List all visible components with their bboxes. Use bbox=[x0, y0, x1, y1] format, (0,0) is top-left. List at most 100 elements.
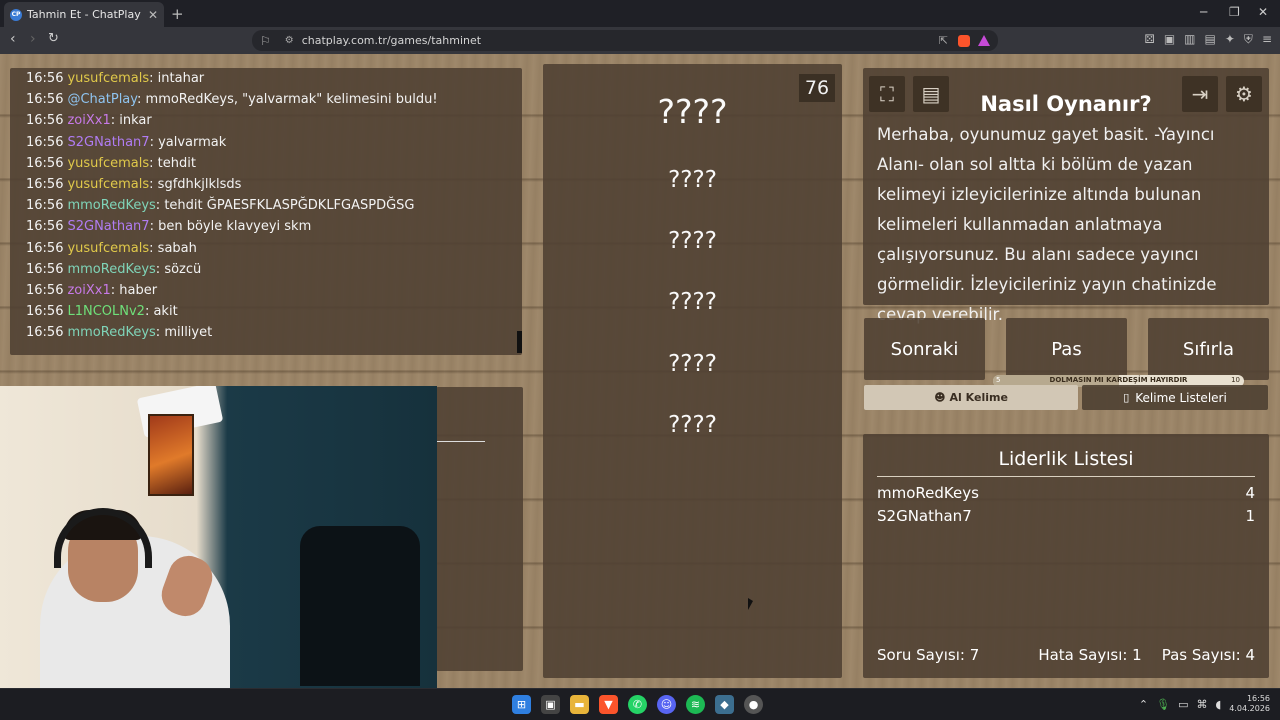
robot-icon: ☻ bbox=[934, 391, 946, 404]
reset-button[interactable]: Sıfırla bbox=[1148, 318, 1269, 380]
chat-username[interactable]: mmoRedKeys bbox=[67, 262, 155, 277]
chat-username[interactable]: yusufcemals bbox=[67, 177, 149, 192]
leaderboard-name: S2GNathan7 bbox=[877, 507, 972, 525]
brave-rewards-icon[interactable] bbox=[978, 35, 990, 46]
discord-icon[interactable]: ☺ bbox=[657, 695, 676, 714]
chat-message: 16:56 @ChatPlay: mmoRedKeys, "yalvarmak" … bbox=[26, 89, 438, 110]
wallet-icon[interactable]: ▣ bbox=[1164, 32, 1175, 47]
network-icon[interactable]: ⌘ bbox=[1196, 698, 1207, 711]
chat-username[interactable]: mmoRedKeys bbox=[67, 198, 155, 213]
app-icon[interactable]: ◆ bbox=[715, 695, 734, 714]
leaderboard-row: S2GNathan7 1 bbox=[877, 507, 1255, 525]
chat-message: 16:56 mmoRedKeys: sözcü bbox=[26, 259, 438, 280]
chat-username[interactable]: yusufcemals bbox=[67, 156, 149, 171]
chat-username[interactable]: S2GNathan7 bbox=[67, 219, 149, 234]
browser-tab[interactable]: CP Tahmin Et - ChatPlay ✕ bbox=[4, 2, 164, 27]
chat-time: 16:56 bbox=[26, 261, 64, 277]
sidebar-icon[interactable]: ▥ bbox=[1184, 32, 1195, 47]
windows-taskbar: ⊞ ▣ ▬ ▼ ✆ ☺ ≋ ◆ ● ⌃ 🎙 ▭ ⌘ ◖ 16:56 4.04.2… bbox=[0, 688, 1280, 720]
progress-min: 5 bbox=[996, 376, 1001, 384]
leaderboard-title: Liderlik Listesi bbox=[877, 448, 1255, 477]
progress-label: DOLMASIN MI KARDEŞİM HAYIRDIR bbox=[1049, 376, 1188, 384]
chat-username[interactable]: yusufcemals bbox=[67, 241, 149, 256]
forbidden-word-4: ???? bbox=[668, 351, 717, 377]
chat-username[interactable]: S2GNathan7 bbox=[67, 135, 149, 150]
share-icon[interactable]: ⇱ bbox=[939, 34, 948, 47]
url-text[interactable]: chatplay.com.tr/games/tahminet bbox=[302, 34, 481, 47]
reload-icon[interactable]: ↻ bbox=[48, 31, 59, 46]
chat-username[interactable]: mmoRedKeys bbox=[67, 325, 155, 340]
question-count: Soru Sayısı: 7 bbox=[877, 646, 980, 664]
extensions-icon[interactable]: ⚄ bbox=[1144, 32, 1154, 47]
bookmark-icon[interactable]: ⚐ bbox=[260, 34, 271, 48]
minimize-icon[interactable]: ─ bbox=[1200, 5, 1207, 19]
mouse-cursor bbox=[748, 598, 753, 610]
tab-word-lists[interactable]: ▯ Kelime Listeleri bbox=[1082, 385, 1268, 410]
windows-start-icon[interactable]: ⊞ bbox=[512, 695, 531, 714]
chat-username[interactable]: yusufcemals bbox=[67, 71, 149, 86]
system-clock[interactable]: 16:56 4.04.2026 bbox=[1229, 694, 1270, 714]
chevron-up-icon[interactable]: ⌃ bbox=[1139, 698, 1148, 711]
chat-username[interactable]: @ChatPlay bbox=[67, 92, 137, 107]
menu-icon[interactable]: ≡ bbox=[1262, 32, 1272, 47]
browser-extension-icons: ⚄ ▣ ▥ ▤ ✦ ⛨ ≡ bbox=[1144, 32, 1272, 47]
address-bar[interactable]: ⚐ ⚙ chatplay.com.tr/games/tahminet ⇱ bbox=[252, 30, 998, 51]
task-view-icon[interactable]: ▣ bbox=[541, 695, 560, 714]
chat-message: 16:56 yusufcemals: tehdit bbox=[26, 153, 438, 174]
game-page: 16:56 yusufcemals: intahar 16:56 @ChatPlay:… bbox=[0, 54, 1280, 688]
forbidden-word-2: ???? bbox=[668, 228, 717, 254]
chat-text: tehdit bbox=[157, 155, 196, 171]
list-icon: ▯ bbox=[1123, 391, 1130, 404]
chat-message: 16:56 yusufcemals: sabah bbox=[26, 238, 438, 259]
file-explorer-icon[interactable]: ▬ bbox=[570, 695, 589, 714]
close-tab-icon[interactable]: ✕ bbox=[148, 8, 158, 22]
chat-colon: : bbox=[110, 113, 120, 129]
chat-username[interactable]: zoiXx1 bbox=[67, 113, 110, 128]
tab-icon[interactable]: ▤ bbox=[1205, 32, 1216, 47]
chat-message: 16:56 zoiXx1: inkar bbox=[26, 110, 438, 131]
chat-username[interactable]: zoiXx1 bbox=[67, 283, 110, 298]
chat-colon: : bbox=[110, 282, 120, 298]
site-info-icon[interactable]: ⚙ bbox=[285, 35, 294, 46]
back-icon[interactable]: ‹ bbox=[10, 31, 16, 47]
chat-colon: : bbox=[149, 219, 159, 235]
leaderboard-panel: Liderlik Listesi mmoRedKeys 4 S2GNathan7… bbox=[863, 434, 1269, 678]
chat-text: sabah bbox=[157, 240, 197, 256]
vpn-icon[interactable]: ⛨ bbox=[1244, 32, 1253, 47]
obs-icon[interactable]: ● bbox=[744, 695, 763, 714]
chat-username[interactable]: L1NCOLNv2 bbox=[67, 304, 144, 319]
maximize-icon[interactable]: ❐ bbox=[1229, 5, 1240, 19]
chat-colon: : bbox=[149, 176, 158, 192]
leo-icon[interactable]: ✦ bbox=[1225, 32, 1235, 47]
how-to-play-text: Merhaba, oyunumuz gayet basit. -Yayıncı … bbox=[877, 125, 1217, 324]
spotify-icon[interactable]: ≋ bbox=[686, 695, 705, 714]
chat-panel: 16:56 yusufcemals: intahar 16:56 @ChatPlay:… bbox=[10, 68, 522, 355]
next-button[interactable]: Sonraki bbox=[864, 318, 985, 380]
brave-browser-icon[interactable]: ▼ bbox=[599, 695, 618, 714]
chat-colon: : bbox=[149, 240, 158, 256]
close-window-icon[interactable]: ✕ bbox=[1258, 5, 1268, 19]
new-tab-icon[interactable]: + bbox=[171, 5, 184, 23]
headphones bbox=[54, 508, 152, 568]
tab-ai-word[interactable]: ☻ Al Kelime bbox=[864, 385, 1078, 410]
brave-shields-icon[interactable] bbox=[958, 34, 970, 47]
microphone-icon[interactable]: 🎙 bbox=[1156, 698, 1170, 711]
whatsapp-icon[interactable]: ✆ bbox=[628, 695, 647, 714]
chatplay-favicon-icon: CP bbox=[10, 8, 22, 21]
system-tray: ⌃ 🎙 ▭ ⌘ ◖ 16:56 4.04.2026 bbox=[1139, 694, 1270, 714]
pass-button[interactable]: Pas bbox=[1006, 318, 1127, 380]
volume-icon[interactable]: ◖ bbox=[1215, 698, 1221, 711]
chat-time: 16:56 bbox=[26, 198, 64, 214]
chat-message: 16:56 yusufcemals: intahar bbox=[26, 68, 438, 89]
streamer-area-divider bbox=[437, 441, 485, 442]
tab-word-lists-label: Kelime Listeleri bbox=[1135, 390, 1227, 405]
chat-message: 16:56 mmoRedKeys: tehdit ĞPAESFKLASPĞDKLF… bbox=[26, 195, 438, 216]
chat-text: milliyet bbox=[164, 325, 213, 341]
chat-colon: : bbox=[149, 71, 158, 86]
display-icon[interactable]: ▭ bbox=[1178, 698, 1188, 711]
chat-scrollbar[interactable] bbox=[517, 331, 522, 353]
chat-text: yalvarmak bbox=[158, 134, 227, 150]
forward-icon[interactable]: › bbox=[30, 31, 36, 47]
chat-message: 16:56 S2GNathan7: ben böyle klavyeyi skm bbox=[26, 216, 438, 237]
chat-time: 16:56 bbox=[26, 92, 64, 108]
